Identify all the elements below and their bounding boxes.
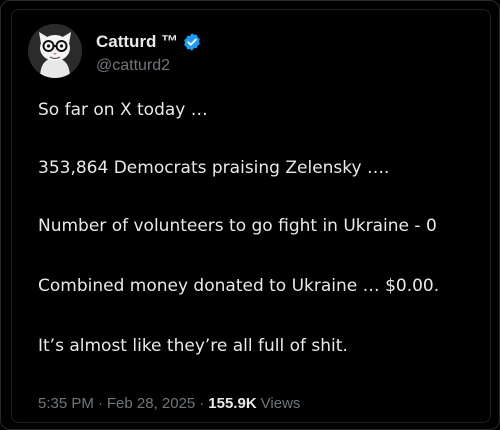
tweet-text-line-1: So far on X today … [38, 100, 208, 120]
views-label: Views [260, 394, 301, 412]
author-name-row: Catturd ™ [96, 30, 202, 54]
screenshot-frame: Catturd ™ @catturd2 So far on X today … … [0, 0, 500, 430]
tweet-text-line-5: It’s almost like they’re all full of shi… [38, 336, 348, 356]
avatar[interactable] [28, 24, 82, 78]
tweet-text-line-2: 353,864 Democrats praising Zelensky …. [38, 158, 390, 178]
meta-separator: · [97, 394, 103, 412]
tweet-meta-row: 5:35 PM · Feb 28, 2025 · 155.9K Views [38, 393, 300, 413]
display-name[interactable]: Catturd ™ [96, 32, 178, 52]
author-handle[interactable]: @catturd2 [96, 57, 170, 75]
tweet-text-line-3: Number of volunteers to go fight in Ukra… [38, 216, 437, 236]
tweet-card: Catturd ™ @catturd2 So far on X today … … [11, 9, 491, 423]
cat-avatar-icon [28, 24, 82, 78]
tweet-date[interactable]: Feb 28, 2025 [107, 395, 195, 412]
tweet-text-line-4: Combined money donated to Ukraine … $0.0… [38, 276, 440, 296]
view-count: 155.9K [208, 394, 257, 412]
verified-badge-icon [184, 33, 201, 51]
meta-separator: · [199, 394, 205, 412]
tweet-time[interactable]: 5:35 PM [38, 395, 94, 412]
